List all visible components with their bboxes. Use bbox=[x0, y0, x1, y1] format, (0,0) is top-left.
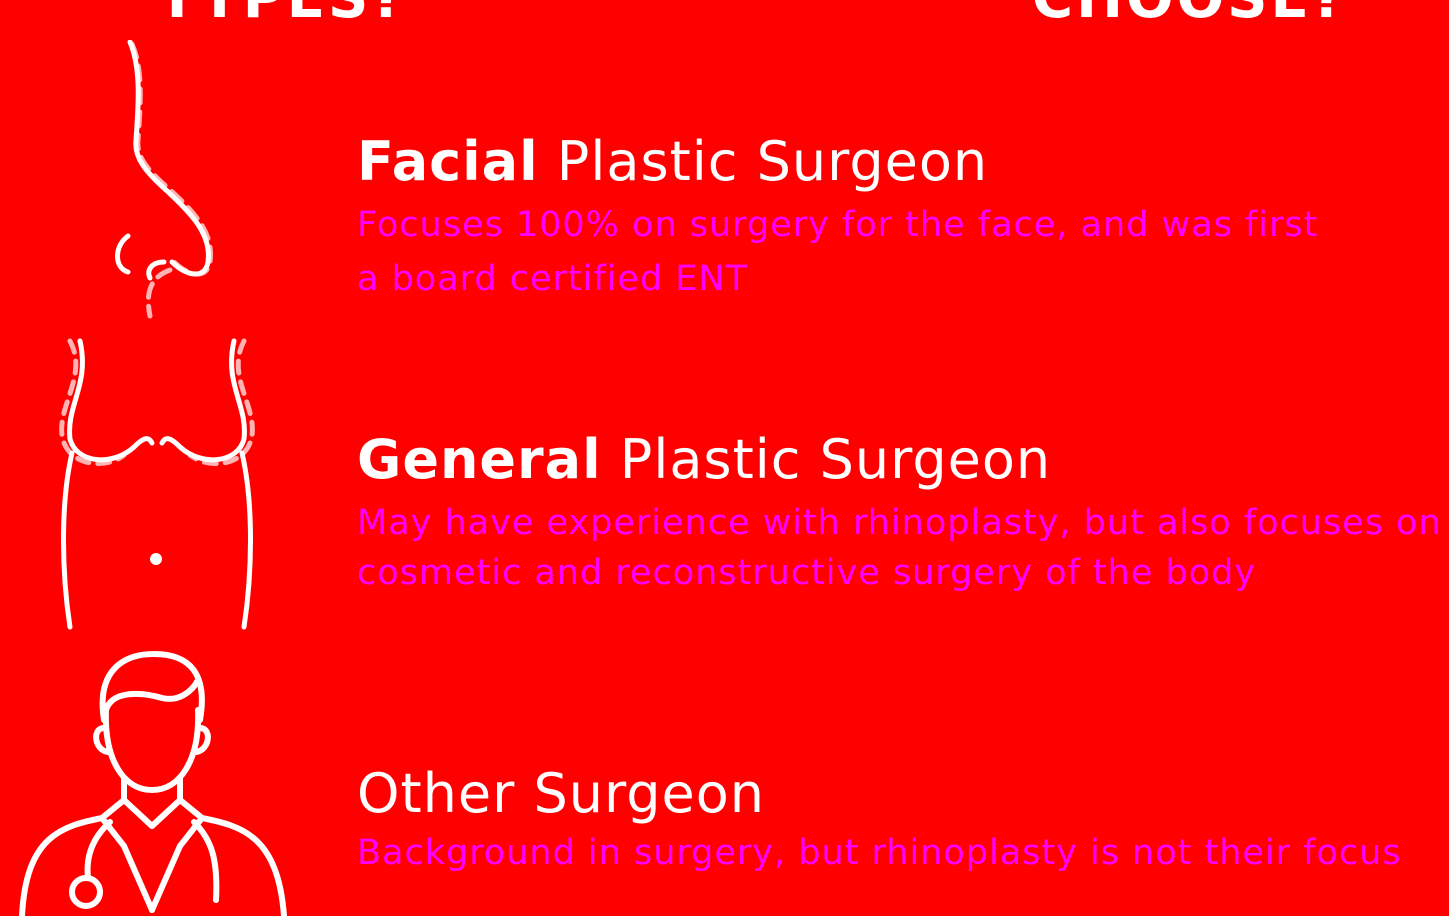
general-surgeon-section: General Plastic Surgeon May have experie… bbox=[357, 428, 1442, 600]
general-description-line-2: cosmetic and reconstructive surgery of t… bbox=[357, 553, 1257, 593]
facial-title-rest: Plastic Surgeon bbox=[538, 130, 989, 193]
general-surgeon-title: General Plastic Surgeon bbox=[357, 428, 1442, 492]
other-surgeon-title: Other Surgeon bbox=[357, 762, 1402, 826]
facial-surgeon-section: Facial Plastic Surgeon Focuses 100% on s… bbox=[357, 130, 1318, 306]
facial-surgeon-title: Facial Plastic Surgeon bbox=[357, 130, 1318, 194]
header-fragment-left: TYPES? bbox=[158, 0, 407, 31]
facial-title-strong: Facial bbox=[357, 130, 539, 193]
other-title-main: Other Surgeon bbox=[357, 762, 766, 825]
other-surgeon-section: Other Surgeon Background in surgery, but… bbox=[357, 762, 1402, 880]
general-description-line-1: May have experience with rhinoplasty, bu… bbox=[357, 503, 1442, 543]
other-description-line-1: Background in surgery, but rhinoplasty i… bbox=[357, 833, 1402, 873]
header-fragment-right: CHOOSE? bbox=[1032, 0, 1347, 31]
facial-description-line-2: a board certified ENT bbox=[357, 259, 748, 299]
general-title-strong: General bbox=[357, 428, 602, 491]
facial-description-line-1: Focuses 100% on surgery for the face, an… bbox=[357, 205, 1319, 245]
doctor-stethoscope-icon bbox=[19, 650, 287, 916]
general-title-rest: Plastic Surgeon bbox=[601, 428, 1052, 491]
nose-outline-icon bbox=[115, 40, 213, 319]
torso-outline-icon bbox=[59, 338, 255, 630]
